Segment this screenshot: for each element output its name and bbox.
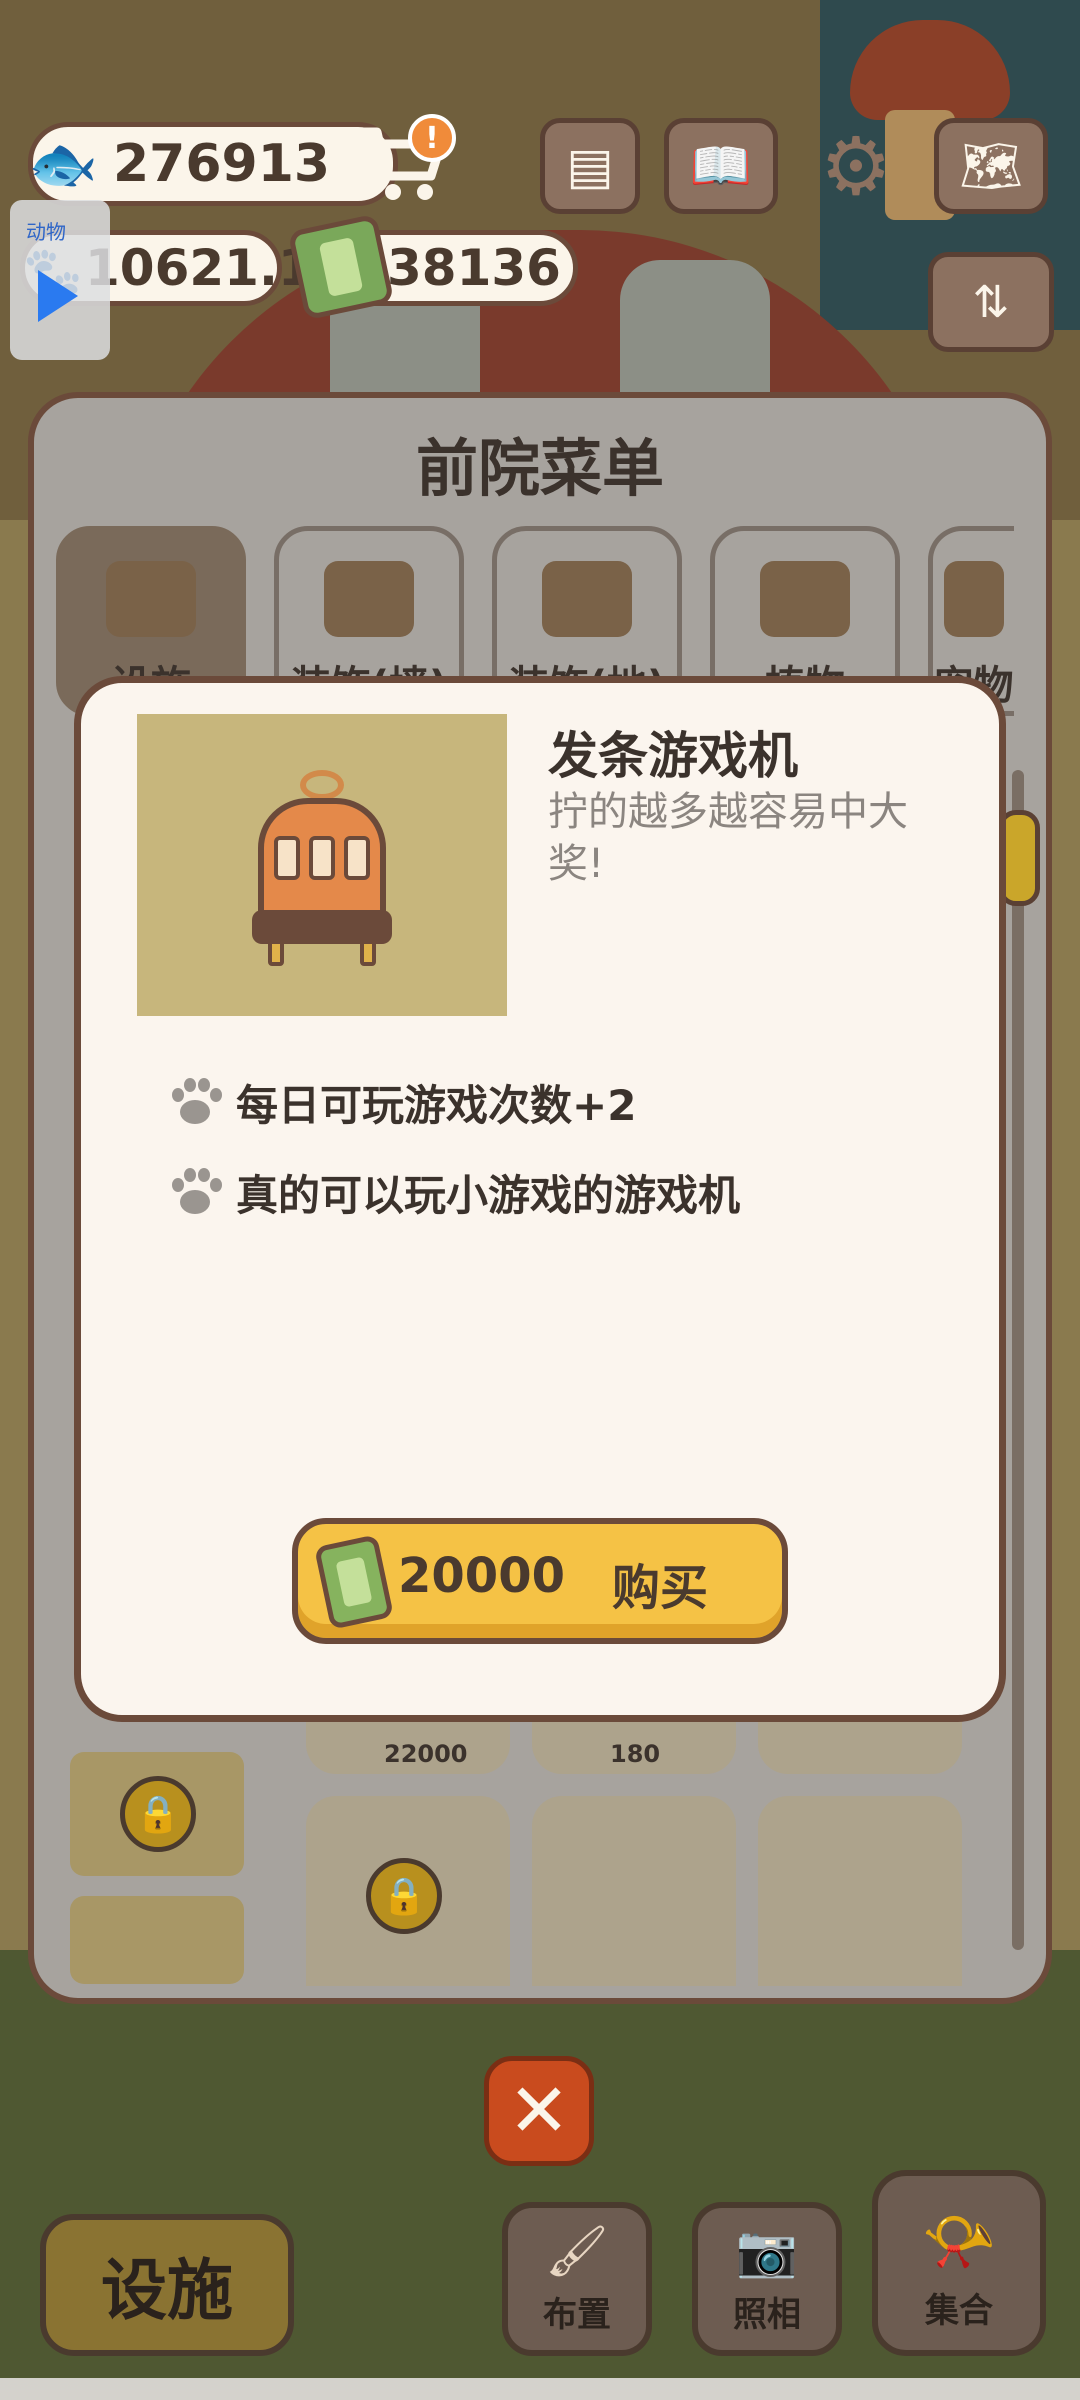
plant-icon (760, 561, 850, 637)
floor-decor-icon (542, 561, 632, 637)
gather-nav-label: 集合 (925, 2291, 993, 2331)
arrange-nav-label: 布置 (543, 2295, 611, 2335)
newspaper-icon: ▤ (566, 137, 614, 195)
ticket-count: 38136 (387, 239, 561, 297)
ticket-icon (287, 213, 395, 321)
shop-card-arcade-machine[interactable] (758, 1796, 962, 1986)
shop-card-slot-machine[interactable] (532, 1796, 736, 1986)
facilities-nav-label: 设施 (101, 2252, 233, 2329)
machine-base (252, 910, 392, 944)
pet-icon (943, 561, 1004, 637)
fish-count: 276913 (113, 134, 331, 194)
system-navigation-bar (0, 2378, 1080, 2400)
map-icon: 🗺 (959, 136, 1023, 195)
lock-icon: 🔒 (366, 1858, 442, 1934)
book-icon: 📖 (689, 136, 753, 195)
buy-price: 20000 (398, 1548, 565, 1604)
item-title: 发条游戏机 (548, 727, 798, 785)
card-price: 180 (610, 1740, 661, 1768)
photo-nav-label: 照相 (733, 2295, 801, 2335)
paint-roller-icon: 🖌 (545, 2222, 609, 2280)
paw-bullet-icon (166, 1074, 224, 1132)
machine-leg (268, 940, 284, 966)
item-description: 拧的越多越容易中大奖! (548, 789, 908, 887)
close-button[interactable]: ✕ (484, 2056, 594, 2166)
feature-text: 真的可以玩小游戏的游戏机 (236, 1171, 741, 1220)
cart-alert-badge: ! (408, 114, 456, 162)
paw-value: 10621.1 (85, 239, 313, 297)
whistle-icon: 📯 (921, 2207, 997, 2277)
album-book-button[interactable]: 📖 (664, 118, 778, 214)
newspaper-button[interactable]: ▤ (540, 118, 640, 214)
filter-sort-button[interactable]: ⇅ (928, 252, 1054, 352)
close-icon: ✕ (507, 2068, 570, 2154)
photo-nav-button[interactable]: 📷 照相 (692, 2202, 842, 2356)
gear-icon: ⚙ (820, 119, 892, 213)
buy-label: 购买 (612, 1560, 709, 1616)
machine-leg (360, 940, 376, 966)
lock-icon: 🔒 (120, 1776, 196, 1852)
side-category-awning[interactable] (70, 1896, 244, 1984)
slot-reel (274, 836, 300, 880)
play-icon[interactable] (38, 270, 78, 322)
wind-up-game-machine-image (252, 770, 392, 966)
gather-nav-button[interactable]: 📯 集合 (872, 2170, 1046, 2356)
video-widget-label: 动物 (26, 220, 66, 244)
arrange-nav-button[interactable]: 🖌 布置 (502, 2202, 652, 2356)
sliders-icon: ⇅ (972, 276, 1010, 328)
fish-icon: 🐟 (28, 132, 98, 197)
card-price: 22000 (384, 1740, 468, 1768)
paw-bullet-icon (166, 1164, 224, 1222)
feature-text: 每日可玩游戏次数+2 (236, 1081, 637, 1130)
wind-up-key (300, 770, 344, 800)
camera-icon: 📷 (735, 2222, 799, 2280)
facilities-nav-button[interactable]: 设施 (40, 2214, 294, 2356)
slot-reel (309, 836, 335, 880)
menu-title: 前院菜单 (415, 432, 664, 505)
fence-icon (106, 561, 196, 637)
menu-scrollbar[interactable] (1012, 770, 1024, 1950)
feature-item: 真的可以玩小游戏的游戏机 (166, 1162, 740, 1223)
wall-decor-icon (324, 561, 414, 637)
feature-item: 每日可玩游戏次数+2 (166, 1072, 636, 1133)
settings-button[interactable]: ⚙ (806, 118, 906, 214)
slot-reel (344, 836, 370, 880)
map-button[interactable]: 🗺 (934, 118, 1048, 214)
